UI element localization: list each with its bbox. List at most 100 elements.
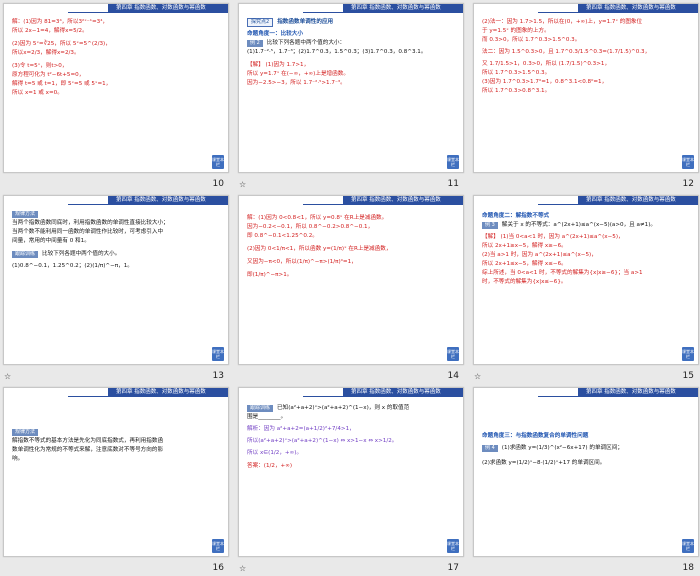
slide-body: 探究点2 指数函数单调性的应用 命题角度一：比较大小 例 2 比较下列各题中两个值的… (247, 18, 455, 88)
text-line: 又 1.7/1.5>1，0.3>0，所以 (1.7/1.5)^0.3>1， (482, 61, 611, 67)
slide-number: 18 (682, 563, 694, 573)
slide-body: 命题角度三：与指数函数复合的单调性问题 例 4 (1)求函数 y=(1/3)^(x… (482, 432, 690, 468)
text-line: 于 y=1.5ˣ 的图象的上方。 (482, 28, 550, 34)
slide-header-bar: 第四章 指数函数、对数函数与幂函数 (343, 196, 463, 204)
question-text: 已知(a²+a+2)ˣ>(a²+a+2)^(1−x)，则 x 的取值范 (277, 405, 410, 411)
subheading: 命题角度三：与指数函数复合的单调性问题 (482, 433, 589, 439)
practice-tag: 跟踪训练 (247, 405, 274, 412)
slide-thumbnail[interactable]: 第四章 指数函数、对数函数与幂函数 跟踪训练 已知(a²+a+2)ˣ>(a²+a+… (235, 384, 465, 576)
method-tag: 规律方法 (12, 211, 39, 218)
text-line: (3)因为 1.7^0.3>1.7⁰=1，0.8^3.1<0.8⁰=1， (482, 79, 608, 85)
practice-question: 比较下列各题中两个值的大小。 (42, 251, 121, 257)
text-line: 而 0.3>0，所以 1.7^0.3>1.5^0.3。 (482, 37, 581, 43)
nav-corner-icon[interactable]: 课堂本栏 (212, 347, 224, 361)
text-line: 解：(1)因为 81=3⁴，所以3²ˣ⁻¹=3⁴， (12, 19, 109, 25)
example-label: 例 2 (247, 40, 263, 47)
question-item: (1)求函数 y=(1/3)^(x²−6x+17) 的单调区间； (501, 445, 623, 451)
answer-line: 时，不等式的解集为{x|x≤−6}。 (482, 279, 567, 285)
answer-line: 综上所述，当 0<a<1 时，不等式的解集为{x|x≥−6}；当 a>1 (482, 270, 643, 276)
text-line: (2)因为 5ˣ=∛25，所以 5ˣ=5^(2/3)， (12, 41, 111, 47)
slide-thumbnail[interactable]: 第四章 指数函数、对数函数与幂函数 命题角度三：与指数函数复合的单调性问题 例 … (470, 384, 700, 576)
slide-thumbnail[interactable]: 第四章 指数函数、对数函数与幂函数 规律方法 解指数不等式的基本方法是先化为同底… (0, 384, 230, 576)
text-line: 响。 (12, 456, 24, 462)
nav-corner-icon[interactable]: 课堂本栏 (447, 155, 459, 169)
text-line: 间量，常用的中间量有 0 和1。 (12, 238, 90, 244)
slide-thumbnail[interactable]: 第四章 指数函数、对数函数与幂函数 (2)法一：因为 1.7>1.5，所以在(0… (470, 0, 700, 192)
text-line: 当两个指数函数同底时，利用指数函数的单调性直接比较大小； (12, 220, 169, 226)
slide-number: 15 (682, 371, 694, 381)
answer-line: 【解】 (1)因为 1.7>1， (247, 62, 310, 68)
slide-number: 12 (682, 179, 694, 189)
answer-line: 所以 y=1.7ˣ 在(−∞，+∞)上是增函数。 (247, 71, 349, 77)
slide-header-bar: 第四章 指数函数、对数函数与幂函数 (578, 4, 698, 12)
solution-text: (2)法一：因为 1.7>1.5，所以在(0，+∞)上，y=1.7ˣ 的图象位 … (482, 18, 690, 96)
slide-number: 10 (212, 179, 224, 189)
text-line: 所以 2x−1=4，解得x=5/2。 (12, 28, 88, 34)
question-items: (1)1.7⁻²·⁵，1.7⁻³；(2)1.7^0.3，1.5^0.3；(3)1… (247, 49, 427, 55)
slide-header-bar: 第四章 指数函数、对数函数与幂函数 (578, 196, 698, 204)
header-rule (68, 12, 228, 13)
nav-corner-icon[interactable]: 课堂本栏 (212, 155, 224, 169)
nav-corner-icon[interactable]: 课堂本栏 (447, 539, 459, 553)
slide-header-bar: 第四章 指数函数、对数函数与幂函数 (343, 388, 463, 396)
star-icon[interactable]: ☆ (4, 372, 11, 381)
slide-header-bar: 第四章 指数函数、对数函数与幂函数 (578, 388, 698, 396)
slide-body: 规律方法 当两个指数函数同底时，利用指数函数的单调性直接比较大小； 当两个数不能… (12, 210, 220, 271)
slide-header-bar: 第四章 指数函数、对数函数与幂函数 (108, 196, 228, 204)
slide-thumbnail[interactable]: 第四章 指数函数、对数函数与幂函数 探究点2 指数函数单调性的应用 命题角度一：比… (235, 0, 465, 192)
nav-corner-icon[interactable]: 课堂本栏 (212, 539, 224, 553)
header-rule (538, 396, 698, 397)
header-rule (303, 204, 463, 205)
text-line: 所以 x∈(1/2，+∞)。 (247, 450, 303, 456)
header-rule (538, 12, 698, 13)
text-line: 数单调性化为常规的不等式来解，注意底数对不等号方向的影 (12, 447, 164, 453)
method-tag: 规律方法 (12, 429, 39, 436)
slide-content: 第四章 指数函数、对数函数与幂函数 规律方法 当两个指数函数同底时，利用指数函数… (3, 195, 229, 365)
header-rule (303, 12, 463, 13)
answer-line: 所以 2x+1≤x−5，解得 x≤−6。 (482, 261, 567, 267)
answer-line: 【解】 (1)当 0<a<1 时，因为 a^(2x+1)≤a^(x−5)， (482, 234, 624, 240)
star-icon[interactable]: ☆ (239, 180, 246, 189)
nav-corner-icon[interactable]: 课堂本栏 (682, 539, 694, 553)
slide-content: 第四章 指数函数、对数函数与幂函数 命题角度二：解指数不等式 例 3 解关于 x … (473, 195, 699, 365)
slide-header-bar: 第四章 指数函数、对数函数与幂函数 (343, 4, 463, 12)
nav-corner-icon[interactable]: 课堂本栏 (682, 155, 694, 169)
solution-text: 解：(1)因为 81=3⁴，所以3²ˣ⁻¹=3⁴， 所以 2x−1=4，解得x=… (12, 18, 220, 98)
section-tag: 探究点2 (247, 18, 274, 27)
star-icon[interactable]: ☆ (474, 372, 481, 381)
text-line: 解指数不等式的基本方法是先化为同底指数式，再利用指数函 (12, 438, 164, 444)
slide-content: 第四章 指数函数、对数函数与幂函数 解：(1)因为 0<0.8<1，所以 y=0… (238, 195, 464, 365)
answer-line: (2)当 a>1 时，因为 a^(2x+1)≤a^(x−5)， (482, 252, 597, 258)
question-item: (2)求函数 y=(1/2)ˣ−8·(1/2)ˣ+17 的单调区间。 (482, 460, 606, 466)
slide-thumbnail[interactable]: 第四章 指数函数、对数函数与幂函数 解：(1)因为 0<0.8<1，所以 y=0… (235, 192, 465, 384)
subheading: 命题角度一：比较大小 (247, 31, 303, 37)
answer-line: 所以 2x+1≥x−5，解得 x≥−6。 (482, 243, 567, 249)
nav-corner-icon[interactable]: 课堂本栏 (447, 347, 459, 361)
slide-header-bar: 第四章 指数函数、对数函数与幂函数 (108, 4, 228, 12)
slide-content: 第四章 指数函数、对数函数与幂函数 探究点2 指数函数单调性的应用 命题角度一：比… (238, 3, 464, 173)
answer-text: 答案：(1/2，+∞) (247, 463, 293, 469)
text-line: 原方程可化为 t²−6t+5=0， (12, 72, 85, 78)
slide-thumbnail[interactable]: 第四章 指数函数、对数函数与幂函数 解：(1)因为 81=3⁴，所以3²ˣ⁻¹=… (0, 0, 230, 192)
slide-body: 规律方法 解指数不等式的基本方法是先化为同底指数式，再利用指数函 数单调性化为常… (12, 428, 220, 464)
text-line: 法二：因为 1.5^0.3>0，且 1.7^0.3/1.5^0.3=(1.7/1… (482, 49, 651, 55)
nav-corner-icon[interactable]: 课堂本栏 (682, 347, 694, 361)
text-line: 解得 t=5 或 t=1，即 5ˣ=5 或 5ˣ=1， (12, 81, 112, 87)
slide-thumbnail[interactable]: 第四章 指数函数、对数函数与幂函数 规律方法 当两个指数函数同底时，利用指数函数… (0, 192, 230, 384)
text-line: 即(1/π)^−π>1。 (247, 272, 293, 278)
text-line: 所以x=2/3，解得x=2/3。 (12, 50, 80, 56)
header-rule (303, 396, 463, 397)
slide-thumbnail[interactable]: 第四章 指数函数、对数函数与幂函数 命题角度二：解指数不等式 例 3 解关于 x … (470, 192, 700, 384)
text-line: (3)令 t=5ˣ，则t>0， (12, 63, 68, 69)
star-icon[interactable]: ☆ (239, 564, 246, 573)
text-line: 解：(1)因为 0<0.8<1，所以 y=0.8ˣ 在R上是减函数。 (247, 215, 388, 221)
slide-content: 第四章 指数函数、对数函数与幂函数 解：(1)因为 81=3⁴，所以3²ˣ⁻¹=… (3, 3, 229, 173)
slide-content: 第四章 指数函数、对数函数与幂函数 跟踪训练 已知(a²+a+2)ˣ>(a²+a+… (238, 387, 464, 557)
slide-content: 第四章 指数函数、对数函数与幂函数 规律方法 解指数不等式的基本方法是先化为同底… (3, 387, 229, 557)
example-label: 例 4 (482, 445, 498, 452)
text-line: (2)因为 0<1/π<1，所以函数 y=(1/π)ˣ 在R上是减函数， (247, 246, 392, 252)
slide-number: 17 (447, 563, 459, 573)
header-rule (538, 204, 698, 205)
practice-tag: 跟踪训练 (12, 251, 39, 258)
slide-body: 跟踪训练 已知(a²+a+2)ˣ>(a²+a+2)^(1−x)，则 x 的取值范 … (247, 404, 455, 471)
